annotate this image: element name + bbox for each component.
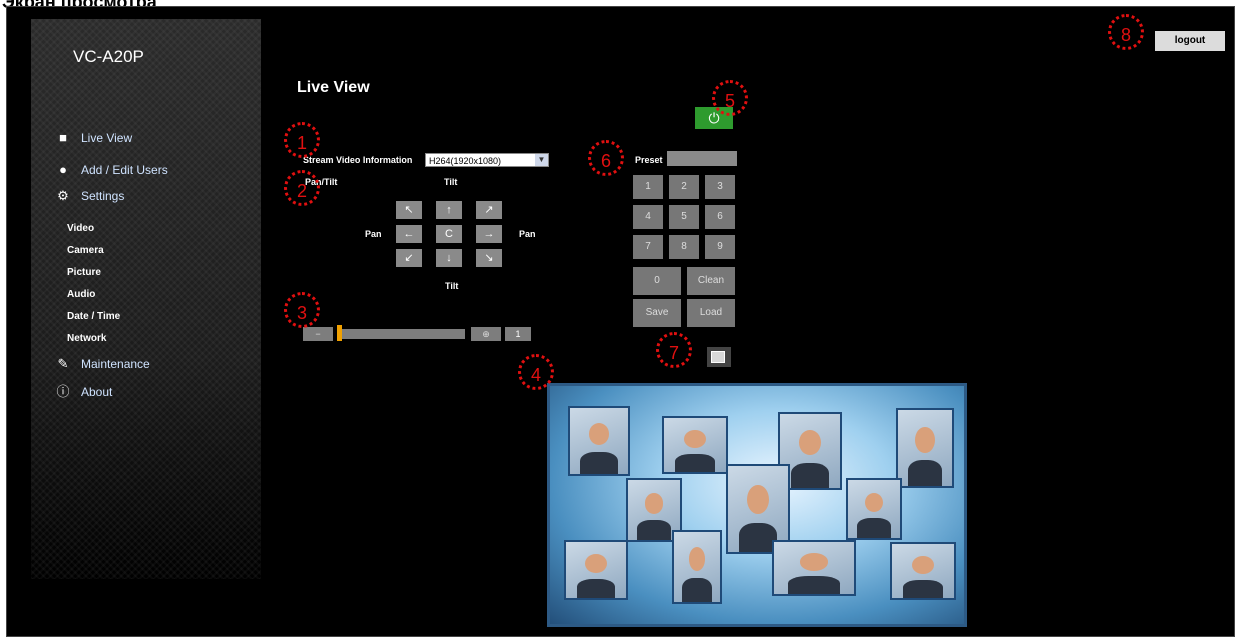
- logout-button[interactable]: logout: [1155, 31, 1225, 51]
- sidebar-subitem-audio[interactable]: Audio: [67, 289, 95, 300]
- ptz-up-button[interactable]: ↑: [436, 201, 462, 219]
- sidebar-item-users[interactable]: ● Add / Edit Users: [55, 162, 168, 178]
- stream-info-label: Stream Video Information: [303, 155, 413, 165]
- fullscreen-button[interactable]: [707, 347, 731, 367]
- video-person-tile: [564, 540, 628, 600]
- sidebar-subitem-camera[interactable]: Camera: [67, 245, 104, 256]
- callout-marker-2: 2: [284, 170, 320, 206]
- preset-key-3[interactable]: 3: [705, 175, 735, 199]
- model-name: VC-A20P: [73, 47, 144, 66]
- preset-load-button[interactable]: Load: [687, 299, 735, 327]
- stream-select-value: H264(1920x1080): [429, 156, 502, 166]
- tilt-bottom-label: Tilt: [445, 281, 459, 291]
- web-ui-frame: VC-A20P ■ Live View ● Add / Edit Users ⚙…: [6, 6, 1235, 637]
- sidebar-subitem-date-time[interactable]: Date / Time: [67, 311, 120, 322]
- info-icon: ⓘ: [56, 384, 70, 399]
- sidebar-item-maintenance[interactable]: ✎ Maintenance: [55, 356, 150, 372]
- ptz-down-button[interactable]: ↓: [436, 249, 462, 267]
- ptz-up-right-button[interactable]: ↗: [476, 201, 502, 219]
- sidebar-subitem-video[interactable]: Video: [67, 223, 94, 234]
- callout-marker-1: 1: [284, 122, 320, 158]
- video-person-tile: [568, 406, 630, 476]
- gear-icon: ⚙: [57, 188, 69, 203]
- chevron-down-icon: ▼: [535, 154, 548, 166]
- sidebar-item-label: About: [81, 385, 113, 399]
- sidebar-item-about[interactable]: ⓘ About: [55, 384, 113, 400]
- video-person-tile: [772, 540, 856, 596]
- wrench-icon: ✎: [57, 356, 69, 371]
- zoom-slider-track[interactable]: [337, 329, 465, 339]
- callout-marker-6: 6: [588, 140, 624, 176]
- video-person-tile: [890, 542, 956, 600]
- preset-save-button[interactable]: Save: [633, 299, 681, 327]
- sidebar: [31, 19, 261, 579]
- stream-select[interactable]: H264(1920x1080) ▼: [425, 153, 549, 167]
- preset-label: Preset: [635, 155, 663, 165]
- page-title: Live View: [297, 79, 370, 96]
- preset-key-9[interactable]: 9: [705, 235, 735, 259]
- sidebar-item-label: Settings: [81, 189, 125, 203]
- pan-right-label: Pan: [519, 229, 536, 239]
- video-person-tile: [672, 530, 722, 604]
- callout-marker-4: 4: [518, 354, 554, 390]
- preset-key-2[interactable]: 2: [669, 175, 699, 199]
- ptz-right-button[interactable]: →: [476, 225, 502, 243]
- tilt-top-label: Tilt: [444, 177, 458, 187]
- preset-key-8[interactable]: 8: [669, 235, 699, 259]
- video-person-tile: [846, 478, 902, 540]
- sidebar-subitem-network[interactable]: Network: [67, 333, 106, 344]
- preset-key-0[interactable]: 0: [633, 267, 681, 295]
- ptz-down-left-button[interactable]: ↙: [396, 249, 422, 267]
- ptz-up-left-button[interactable]: ↖: [396, 201, 422, 219]
- fullscreen-icon: [711, 351, 725, 363]
- user-icon: ●: [59, 162, 67, 177]
- sidebar-item-settings[interactable]: ⚙ Settings: [55, 188, 125, 204]
- pan-left-label: Pan: [365, 229, 382, 239]
- ptz-down-right-button[interactable]: ↘: [476, 249, 502, 267]
- zoom-level-value: 1: [505, 327, 531, 341]
- power-icon: ⏻: [708, 110, 720, 126]
- preset-input[interactable]: [667, 151, 737, 166]
- zoom-out-button[interactable]: −: [303, 327, 333, 341]
- preset-clean-button[interactable]: Clean: [687, 267, 735, 295]
- preset-key-4[interactable]: 4: [633, 205, 663, 229]
- ptz-home-button[interactable]: C: [436, 225, 462, 243]
- callout-marker-8: 8: [1108, 14, 1144, 50]
- preset-key-5[interactable]: 5: [669, 205, 699, 229]
- video-person-tile: [662, 416, 728, 474]
- preset-key-1[interactable]: 1: [633, 175, 663, 199]
- callout-marker-7: 7: [656, 332, 692, 368]
- sidebar-item-label: Add / Edit Users: [81, 163, 168, 177]
- camera-icon: ■: [59, 130, 67, 145]
- sidebar-subitem-picture[interactable]: Picture: [67, 267, 101, 278]
- preset-key-7[interactable]: 7: [633, 235, 663, 259]
- ptz-left-button[interactable]: ←: [396, 225, 422, 243]
- sidebar-item-live-view[interactable]: ■ Live View: [55, 130, 133, 146]
- zoom-in-icon: ⊕: [482, 329, 490, 339]
- sidebar-item-label: Live View: [81, 131, 133, 145]
- callout-marker-5: 5: [712, 80, 748, 116]
- sidebar-item-label: Maintenance: [81, 357, 150, 371]
- preset-key-6[interactable]: 6: [705, 205, 735, 229]
- callout-marker-3: 3: [284, 292, 320, 328]
- live-video-preview: [547, 383, 967, 627]
- video-person-tile: [896, 408, 954, 488]
- zoom-slider-thumb[interactable]: [337, 325, 342, 341]
- zoom-out-icon: −: [315, 329, 321, 339]
- zoom-in-button[interactable]: ⊕: [471, 327, 501, 341]
